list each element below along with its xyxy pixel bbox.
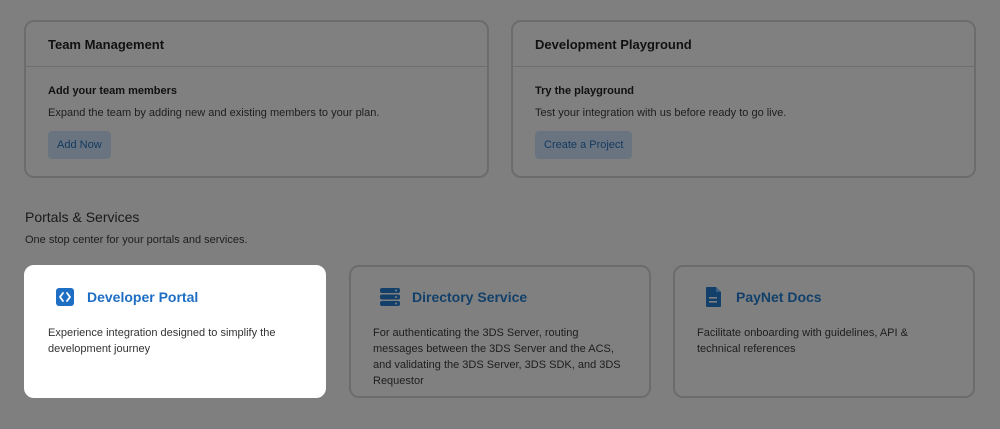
- paynet-docs-card[interactable]: PayNet Docs Facilitate onboarding with g…: [673, 265, 975, 398]
- directory-service-card[interactable]: Directory Service For authenticating the…: [349, 265, 651, 398]
- document-icon: [702, 285, 726, 309]
- portals-section-title: Portals & Services: [25, 209, 140, 225]
- paynet-docs-description: Facilitate onboarding with guidelines, A…: [697, 327, 908, 355]
- code-icon: [53, 285, 77, 309]
- development-playground-card: Development Playground Try the playgroun…: [511, 20, 976, 178]
- developer-portal-title: Developer Portal: [87, 289, 199, 305]
- create-project-button[interactable]: Create a Project: [535, 131, 633, 159]
- developer-portal-card[interactable]: Developer Portal Experience integration …: [24, 265, 326, 398]
- developer-portal-description: Experience integration designed to simpl…: [48, 327, 276, 355]
- playground-subtitle: Try the playground: [535, 85, 635, 97]
- add-now-button[interactable]: Add Now: [48, 131, 111, 159]
- portals-section-subtitle: One stop center for your portals and ser…: [25, 234, 248, 246]
- team-members-description: Expand the team by adding new and existi…: [48, 107, 380, 119]
- team-members-subtitle: Add your team members: [48, 85, 177, 97]
- server-icon: [378, 285, 402, 309]
- paynet-docs-title: PayNet Docs: [736, 289, 822, 305]
- team-management-card: Team Management Add your team members Ex…: [24, 20, 489, 178]
- team-management-title: Team Management: [26, 22, 487, 67]
- playground-description: Test your integration with us before rea…: [535, 107, 787, 119]
- directory-service-title: Directory Service: [412, 289, 528, 305]
- directory-service-description: For authenticating the 3DS Server, routi…: [373, 327, 621, 387]
- development-playground-title: Development Playground: [513, 22, 974, 67]
